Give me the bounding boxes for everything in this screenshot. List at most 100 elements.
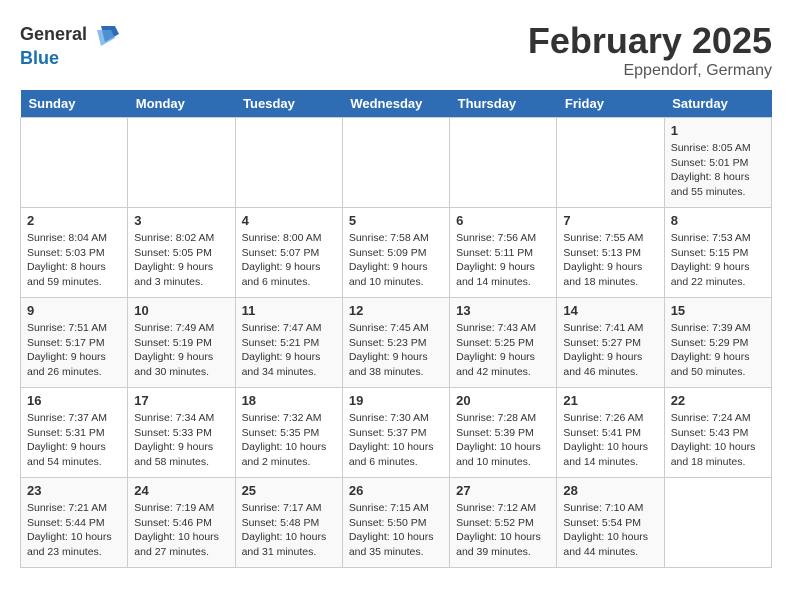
calendar-cell: 15Sunrise: 7:39 AM Sunset: 5:29 PM Dayli… <box>664 298 771 388</box>
day-info: Sunrise: 7:24 AM Sunset: 5:43 PM Dayligh… <box>671 411 765 470</box>
calendar-cell: 20 Sunrise: 7:28 AM Sunset: 5:39 PM Dayli… <box>450 388 557 478</box>
day-number: 23 <box>27 483 121 498</box>
calendar-cell: 10 Sunrise: 7:49 AM Sunset: 5:19 PM Dayli… <box>128 298 235 388</box>
day-number: 27 <box>456 483 550 498</box>
calendar-week-row: 23 Sunrise: 7:21 AM Sunset: 5:44 PM Dayli… <box>21 478 772 568</box>
calendar-cell: 28 Sunrise: 7:10 AM Sunset: 5:54 PM Dayli… <box>557 478 664 568</box>
day-info: Sunrise: 7:45 AM Sunset: 5:23 PM Dayligh… <box>349 321 443 380</box>
day-info: Sunrise: 7:53 AM Sunset: 5:15 PM Dayligh… <box>671 231 765 290</box>
calendar-cell: 22 Sunrise: 7:24 AM Sunset: 5:43 PM Dayli… <box>664 388 771 478</box>
calendar-cell: 6 Sunrise: 7:56 AM Sunset: 5:11 PM Daylig… <box>450 208 557 298</box>
day-info: Sunrise: 7:58 AM Sunset: 5:09 PM Dayligh… <box>349 231 443 290</box>
calendar-cell: 7 Sunrise: 7:55 AM Sunset: 5:13 PM Daylig… <box>557 208 664 298</box>
calendar-cell <box>128 118 235 208</box>
day-info: Sunrise: 7:10 AM Sunset: 5:54 PM Dayligh… <box>563 501 657 560</box>
logo: General Blue <box>20 20 119 69</box>
day-info: Sunrise: 7:49 AM Sunset: 5:19 PM Dayligh… <box>134 321 228 380</box>
day-info: Sunrise: 7:55 AM Sunset: 5:13 PM Dayligh… <box>563 231 657 290</box>
weekday-header-friday: Friday <box>557 90 664 118</box>
calendar-cell: 25Sunrise: 7:17 AM Sunset: 5:48 PM Dayli… <box>235 478 342 568</box>
day-info: Sunrise: 8:05 AM Sunset: 5:01 PM Dayligh… <box>671 141 765 200</box>
weekday-header-saturday: Saturday <box>664 90 771 118</box>
day-info: Sunrise: 7:47 AM Sunset: 5:21 PM Dayligh… <box>242 321 336 380</box>
day-number: 3 <box>134 213 228 228</box>
weekday-header-wednesday: Wednesday <box>342 90 449 118</box>
day-info: Sunrise: 7:28 AM Sunset: 5:39 PM Dayligh… <box>456 411 550 470</box>
title-block: February 2025 Eppendorf, Germany <box>528 20 772 80</box>
day-number: 12 <box>349 303 443 318</box>
day-number: 4 <box>242 213 336 228</box>
calendar-cell <box>342 118 449 208</box>
calendar-cell: 2Sunrise: 8:04 AM Sunset: 5:03 PM Daylig… <box>21 208 128 298</box>
day-number: 22 <box>671 393 765 408</box>
calendar-cell <box>450 118 557 208</box>
day-number: 18 <box>242 393 336 408</box>
calendar-cell: 19Sunrise: 7:30 AM Sunset: 5:37 PM Dayli… <box>342 388 449 478</box>
day-number: 5 <box>349 213 443 228</box>
day-number: 26 <box>349 483 443 498</box>
calendar-cell: 18Sunrise: 7:32 AM Sunset: 5:35 PM Dayli… <box>235 388 342 478</box>
calendar-cell: 23 Sunrise: 7:21 AM Sunset: 5:44 PM Dayli… <box>21 478 128 568</box>
weekday-header-tuesday: Tuesday <box>235 90 342 118</box>
calendar-cell <box>21 118 128 208</box>
calendar-cell: 12 Sunrise: 7:45 AM Sunset: 5:23 PM Dayli… <box>342 298 449 388</box>
calendar-cell: 8 Sunrise: 7:53 AM Sunset: 5:15 PM Daylig… <box>664 208 771 298</box>
calendar-cell: 1Sunrise: 8:05 AM Sunset: 5:01 PM Daylig… <box>664 118 771 208</box>
day-info: Sunrise: 7:26 AM Sunset: 5:41 PM Dayligh… <box>563 411 657 470</box>
calendar-cell: 16Sunrise: 7:37 AM Sunset: 5:31 PM Dayli… <box>21 388 128 478</box>
calendar-cell: 4 Sunrise: 8:00 AM Sunset: 5:07 PM Daylig… <box>235 208 342 298</box>
weekday-header-row: SundayMondayTuesdayWednesdayThursdayFrid… <box>21 90 772 118</box>
weekday-header-monday: Monday <box>128 90 235 118</box>
day-number: 20 <box>456 393 550 408</box>
day-number: 11 <box>242 303 336 318</box>
day-number: 8 <box>671 213 765 228</box>
day-number: 25 <box>242 483 336 498</box>
day-number: 13 <box>456 303 550 318</box>
logo-general-text: General <box>20 24 87 45</box>
calendar-cell: 26 Sunrise: 7:15 AM Sunset: 5:50 PM Dayli… <box>342 478 449 568</box>
day-info: Sunrise: 7:19 AM Sunset: 5:46 PM Dayligh… <box>134 501 228 560</box>
calendar-week-row: 1Sunrise: 8:05 AM Sunset: 5:01 PM Daylig… <box>21 118 772 208</box>
logo-icon <box>91 20 119 48</box>
weekday-header-sunday: Sunday <box>21 90 128 118</box>
calendar-cell: 5 Sunrise: 7:58 AM Sunset: 5:09 PM Daylig… <box>342 208 449 298</box>
location-subtitle: Eppendorf, Germany <box>528 62 772 80</box>
page-header: General Blue February 2025 Eppendorf, Ge… <box>20 20 772 80</box>
calendar-header: SundayMondayTuesdayWednesdayThursdayFrid… <box>21 90 772 118</box>
calendar-cell: 17Sunrise: 7:34 AM Sunset: 5:33 PM Dayli… <box>128 388 235 478</box>
day-info: Sunrise: 8:04 AM Sunset: 5:03 PM Dayligh… <box>27 231 121 290</box>
day-number: 6 <box>456 213 550 228</box>
calendar-week-row: 16Sunrise: 7:37 AM Sunset: 5:31 PM Dayli… <box>21 388 772 478</box>
calendar-cell <box>664 478 771 568</box>
day-number: 10 <box>134 303 228 318</box>
calendar-cell <box>557 118 664 208</box>
calendar-cell: 13Sunrise: 7:43 AM Sunset: 5:25 PM Dayli… <box>450 298 557 388</box>
day-info: Sunrise: 7:51 AM Sunset: 5:17 PM Dayligh… <box>27 321 121 380</box>
day-info: Sunrise: 7:21 AM Sunset: 5:44 PM Dayligh… <box>27 501 121 560</box>
day-info: Sunrise: 7:15 AM Sunset: 5:50 PM Dayligh… <box>349 501 443 560</box>
day-number: 21 <box>563 393 657 408</box>
day-number: 24 <box>134 483 228 498</box>
month-year-title: February 2025 <box>528 20 772 62</box>
day-number: 9 <box>27 303 121 318</box>
day-info: Sunrise: 7:39 AM Sunset: 5:29 PM Dayligh… <box>671 321 765 380</box>
calendar-cell: 3 Sunrise: 8:02 AM Sunset: 5:05 PM Daylig… <box>128 208 235 298</box>
calendar-table: SundayMondayTuesdayWednesdayThursdayFrid… <box>20 90 772 568</box>
weekday-header-thursday: Thursday <box>450 90 557 118</box>
calendar-cell: 14Sunrise: 7:41 AM Sunset: 5:27 PM Dayli… <box>557 298 664 388</box>
day-info: Sunrise: 7:12 AM Sunset: 5:52 PM Dayligh… <box>456 501 550 560</box>
day-number: 7 <box>563 213 657 228</box>
day-info: Sunrise: 7:37 AM Sunset: 5:31 PM Dayligh… <box>27 411 121 470</box>
calendar-cell: 11 Sunrise: 7:47 AM Sunset: 5:21 PM Dayli… <box>235 298 342 388</box>
day-number: 19 <box>349 393 443 408</box>
logo-blue-text: Blue <box>20 48 59 69</box>
day-number: 28 <box>563 483 657 498</box>
calendar-week-row: 2Sunrise: 8:04 AM Sunset: 5:03 PM Daylig… <box>21 208 772 298</box>
day-info: Sunrise: 7:56 AM Sunset: 5:11 PM Dayligh… <box>456 231 550 290</box>
calendar-cell: 24 Sunrise: 7:19 AM Sunset: 5:46 PM Dayli… <box>128 478 235 568</box>
day-info: Sunrise: 8:02 AM Sunset: 5:05 PM Dayligh… <box>134 231 228 290</box>
calendar-cell: 21 Sunrise: 7:26 AM Sunset: 5:41 PM Dayli… <box>557 388 664 478</box>
day-number: 14 <box>563 303 657 318</box>
day-info: Sunrise: 8:00 AM Sunset: 5:07 PM Dayligh… <box>242 231 336 290</box>
calendar-cell <box>235 118 342 208</box>
